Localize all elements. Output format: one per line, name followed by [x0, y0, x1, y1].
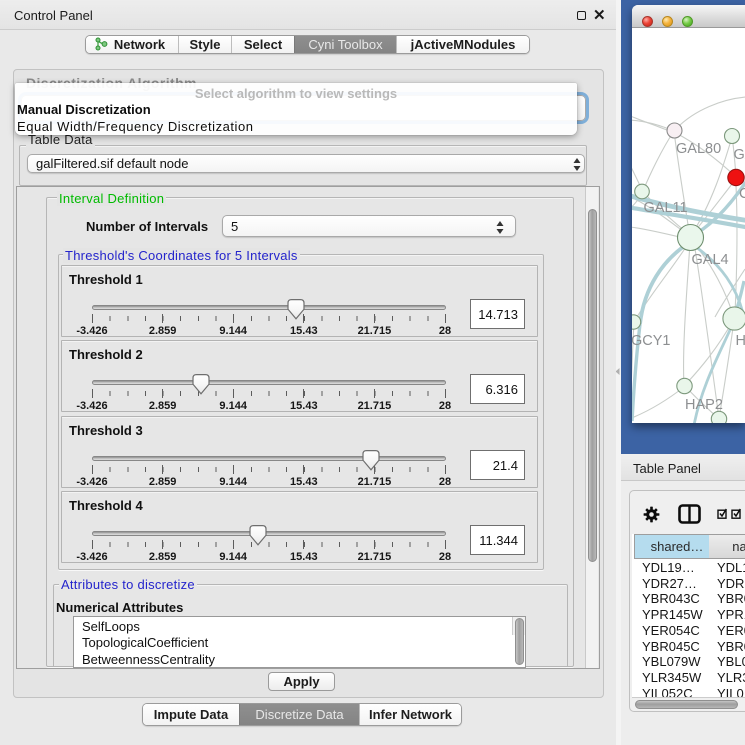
svg-text:CY: CY [739, 186, 745, 202]
svg-text:HI: HI [736, 333, 745, 349]
svg-text:GCY1: GCY1 [632, 333, 671, 349]
svg-text:GAL80: GAL80 [676, 141, 721, 157]
svg-text:GAL11: GAL11 [644, 200, 688, 216]
svg-text:HAP2: HAP2 [685, 397, 723, 413]
svg-text:GAL: GAL [734, 147, 745, 163]
svg-text:GAL4: GAL4 [692, 252, 729, 268]
